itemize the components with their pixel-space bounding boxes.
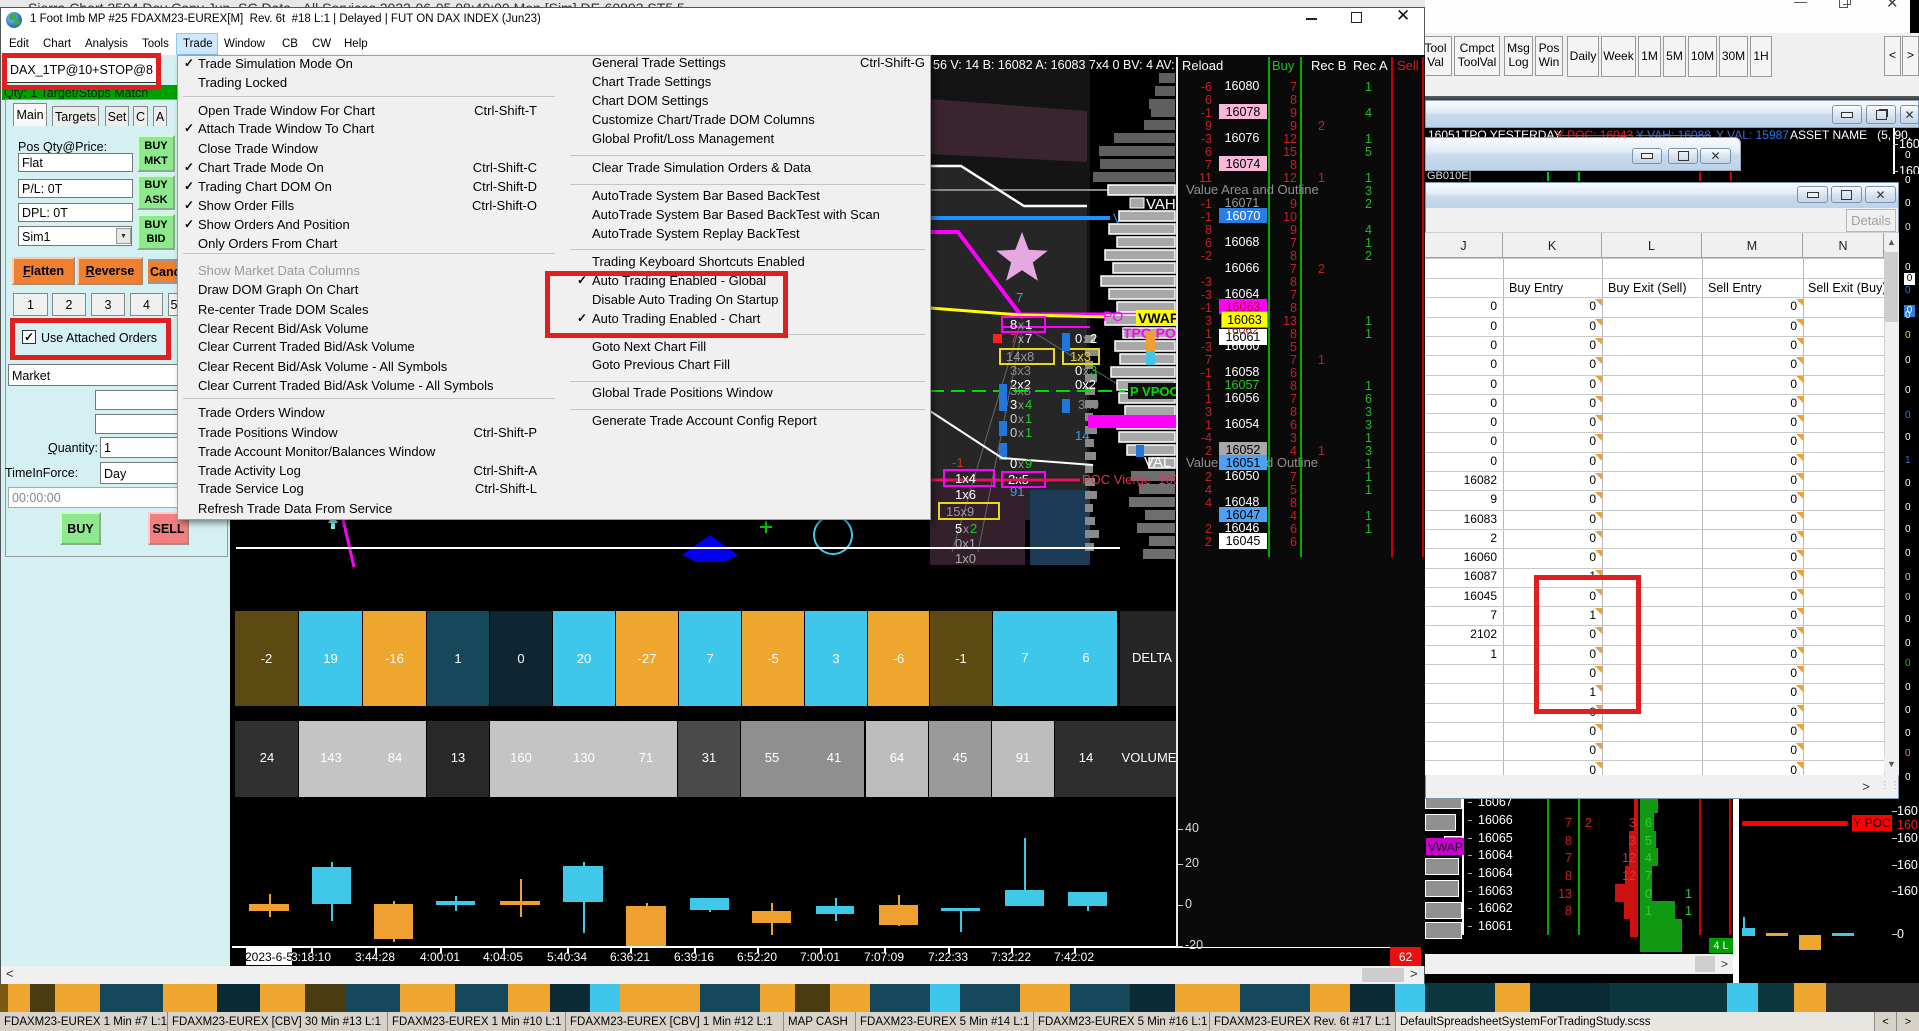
- svg-text:0: 0: [1010, 456, 1017, 471]
- svg-text:1: 1: [1025, 317, 1032, 332]
- svg-text:7: 7: [1025, 331, 1032, 346]
- svg-text:0: 0: [1010, 425, 1017, 440]
- svg-text:x: x: [1018, 398, 1024, 412]
- svg-text:7: 7: [1016, 290, 1023, 305]
- svg-text:4: 4: [1025, 397, 1032, 412]
- svg-text:14x8: 14x8: [1006, 349, 1034, 364]
- svg-text:15x9: 15x9: [946, 504, 974, 519]
- svg-text:1x0: 1x0: [955, 551, 976, 566]
- svg-text:x: x: [963, 522, 969, 536]
- svg-text:5: 5: [955, 521, 962, 536]
- svg-text:-1: -1: [952, 455, 964, 470]
- svg-text:1x6: 1x6: [955, 487, 976, 502]
- svg-text:1: 1: [1025, 425, 1032, 440]
- svg-text:x: x: [1018, 426, 1024, 440]
- svg-text:x: x: [1018, 457, 1024, 471]
- svg-text:3: 3: [1010, 397, 1017, 412]
- svg-text:9: 9: [1025, 456, 1032, 471]
- svg-text:2: 2: [970, 521, 977, 536]
- svg-text:91: 91: [1010, 484, 1024, 499]
- svg-text:x: x: [1018, 412, 1024, 426]
- svg-text:x: x: [1018, 318, 1024, 332]
- svg-text:7: 7: [1010, 331, 1017, 346]
- svg-text:PO: PO: [1103, 308, 1123, 324]
- svg-text:8: 8: [1010, 317, 1017, 332]
- svg-text:1x4: 1x4: [955, 471, 976, 486]
- svg-text:0: 0: [1010, 411, 1017, 426]
- svg-text:3x3: 3x3: [1010, 363, 1031, 378]
- svg-text:1: 1: [1025, 411, 1032, 426]
- svg-text:x: x: [1018, 332, 1024, 346]
